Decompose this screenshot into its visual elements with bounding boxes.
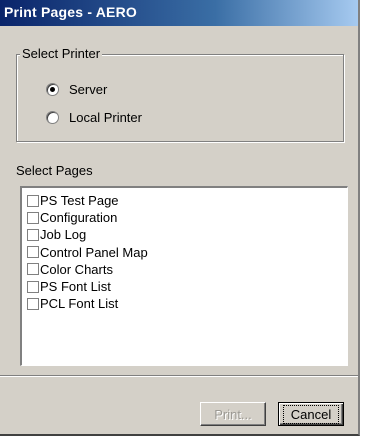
radio-label-local-printer: Local Printer (69, 109, 142, 125)
list-item-job-log[interactable]: Job Log (27, 226, 347, 243)
radio-button-local-printer[interactable] (46, 110, 59, 124)
checkbox-pcl-font-list[interactable] (27, 297, 39, 310)
select-pages-label: Select Pages (16, 163, 93, 178)
title-bar[interactable]: Print Pages - AERO (0, 0, 358, 26)
list-item-label: Color Charts (40, 261, 113, 277)
select-printer-legend: Select Printer (20, 46, 103, 61)
print-button-label: Print... (214, 406, 252, 422)
radio-selected-dot (50, 86, 55, 92)
print-pages-dialog: Print Pages - AERO Select Printer Server… (0, 0, 360, 436)
list-item-label: Job Log (40, 227, 87, 243)
list-item-pcl-font-list[interactable]: PCL Font List (27, 295, 347, 312)
checkbox-ps-test-page[interactable] (27, 194, 39, 207)
radio-label-server: Server (69, 81, 108, 97)
list-item-label: PS Font List (40, 279, 111, 295)
footer-separator (0, 375, 358, 377)
checkbox-control-panel-map[interactable] (27, 246, 39, 259)
checkbox-ps-font-list[interactable] (27, 280, 39, 293)
radio-server[interactable]: Server (46, 80, 107, 98)
select-printer-group (16, 54, 344, 142)
cancel-button-label: Cancel (282, 404, 340, 424)
window-title: Print Pages - AERO (4, 4, 137, 20)
list-item-ps-font-list[interactable]: PS Font List (27, 278, 347, 295)
radio-button-server[interactable] (46, 82, 59, 96)
checkbox-configuration[interactable] (27, 211, 39, 224)
checkbox-job-log[interactable] (27, 228, 39, 241)
list-item-control-panel-map[interactable]: Control Panel Map (27, 244, 347, 261)
list-item-configuration[interactable]: Configuration (27, 209, 347, 226)
pages-listbox[interactable]: PS Test Page Configuration Job Log Contr… (20, 186, 348, 366)
checkbox-color-charts[interactable] (27, 263, 39, 276)
radio-local-printer[interactable]: Local Printer (46, 108, 142, 126)
list-item-ps-test-page[interactable]: PS Test Page (27, 192, 347, 209)
list-item-label: Configuration (40, 210, 118, 226)
print-button[interactable]: Print... (200, 402, 266, 426)
list-item-color-charts[interactable]: Color Charts (27, 261, 347, 278)
list-item-label: Control Panel Map (40, 244, 148, 260)
list-item-label: PS Test Page (40, 193, 119, 209)
cancel-button[interactable]: Cancel (278, 402, 344, 426)
list-item-label: PCL Font List (40, 296, 119, 312)
